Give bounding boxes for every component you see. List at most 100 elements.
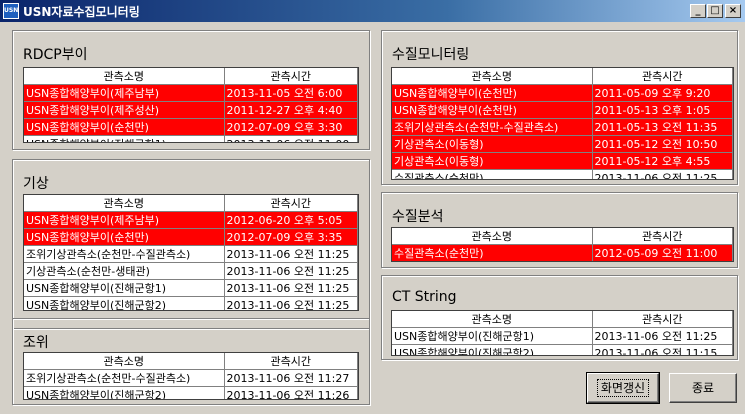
station-cell[interactable]: USN종합해양부이(순천만) bbox=[392, 101, 593, 119]
station-cell[interactable]: 기상관측소(이동형) bbox=[392, 135, 593, 153]
time-cell[interactable]: 2011-05-13 오후 1:05 bbox=[592, 101, 733, 119]
time-cell[interactable]: 2012-06-20 오후 5:05 bbox=[224, 211, 358, 229]
close-button[interactable]: × bbox=[725, 4, 741, 18]
time-cell[interactable]: 2013-11-05 오전 6:00 bbox=[224, 84, 358, 102]
time-column-header[interactable]: 관측시간 bbox=[224, 68, 358, 85]
title-bar[interactable]: USN USN자료수집모니터링 _ □ × bbox=[0, 0, 745, 22]
table-row[interactable]: 조위기상관측소(순천만-수질관측소) 2011-05-13 오전 11:35 bbox=[392, 118, 733, 136]
station-cell[interactable]: USN종합해양부이(진해군항1) bbox=[24, 135, 225, 142]
station-cell[interactable]: 조위기상관측소(순천만-수질관측소) bbox=[24, 369, 225, 387]
time-cell[interactable]: 2012-07-09 오후 3:30 bbox=[224, 118, 358, 136]
station-cell[interactable]: 기상관측소(이동형) bbox=[392, 152, 593, 170]
time-cell[interactable]: 2011-05-12 오전 10:50 bbox=[592, 135, 733, 153]
table-row[interactable]: USN종합해양부이(제주성산) 2011-12-27 오후 4:40 bbox=[24, 101, 358, 119]
station-cell[interactable]: 조위기상관측소(순천만-수질관측소) bbox=[392, 118, 593, 136]
table-row[interactable]: 기상관측소(이동형) 2011-05-12 오전 10:50 bbox=[392, 135, 733, 153]
weather-table: 관측소명 관측시간 USN종합해양부이(제주남부) 2012-06-20 오후 5… bbox=[24, 195, 358, 310]
weather-grid[interactable]: 관측소명 관측시간 USN종합해양부이(제주남부) 2012-06-20 오후 5… bbox=[23, 194, 359, 311]
exit-button[interactable]: 종료 bbox=[669, 373, 737, 403]
station-cell[interactable]: USN종합해양부이(진해군항2) bbox=[24, 386, 225, 399]
table-row[interactable]: USN종합해양부이(진해군항1) 2013-11-06 오전 11:25 bbox=[24, 279, 358, 297]
table-row[interactable]: 수질관측소(순천만) 2013-11-06 오전 11:25 bbox=[392, 169, 733, 179]
time-cell[interactable]: 2012-07-09 오후 3:35 bbox=[224, 228, 358, 246]
table-row[interactable]: USN종합해양부이(진해군항1) 2013-11-06 오전 11:25 bbox=[392, 327, 733, 345]
main-client-area: RDCP부이 관측소명 관측시간 USN종합해양부이(제주남부) 2013-11-… bbox=[3, 22, 742, 411]
station-column-header[interactable]: 관측소명 bbox=[392, 228, 593, 245]
time-column-header[interactable]: 관측시간 bbox=[592, 68, 733, 85]
station-cell[interactable]: 조위기상관측소(순천만-수질관측소) bbox=[24, 245, 225, 263]
station-cell[interactable]: 수질관측소(순천만) bbox=[392, 244, 593, 261]
time-cell[interactable]: 2013-11-06 오전 11:00 bbox=[224, 135, 358, 142]
water-monitor-table-body: USN종합해양부이(순천만) 2011-05-09 오후 9:20 USN종합해양부… bbox=[392, 84, 733, 179]
ct-string-grid[interactable]: 관측소명 관측시간 USN종합해양부이(진해군항1) 2013-11-06 오전 … bbox=[391, 310, 734, 356]
time-cell[interactable]: 2011-05-13 오전 11:35 bbox=[592, 118, 733, 136]
weather-table-body: USN종합해양부이(제주남부) 2012-06-20 오후 5:05 USN종합해양… bbox=[24, 211, 358, 310]
ct-string-group: CT String 관측소명 관측시간 USN종합해양부이(진해군항1) 2013… bbox=[381, 275, 738, 360]
table-row[interactable]: USN종합해양부이(순천만) 2011-05-13 오후 1:05 bbox=[392, 101, 733, 119]
rdcp-group: RDCP부이 관측소명 관측시간 USN종합해양부이(제주남부) 2013-11-… bbox=[12, 30, 370, 150]
time-cell[interactable]: 2013-11-06 오전 11:15 bbox=[592, 344, 733, 355]
station-cell[interactable]: USN종합해양부이(제주성산) bbox=[24, 101, 225, 119]
weather-group: 기상 관측소명 관측시간 USN종합해양부이(제주남부) 2012-06-20 오… bbox=[12, 159, 370, 329]
time-cell[interactable]: 2013-11-06 오전 11:25 bbox=[592, 327, 733, 345]
rdcp-table-body: USN종합해양부이(제주남부) 2013-11-05 오전 6:00 USN종합해양… bbox=[24, 84, 358, 142]
time-column-header[interactable]: 관측시간 bbox=[224, 195, 358, 212]
tide-grid[interactable]: 관측소명 관측시간 조위기상관측소(순천만-수질관측소) 2013-11-06 오… bbox=[23, 352, 359, 400]
station-cell[interactable]: 수질관측소(순천만) bbox=[392, 169, 593, 179]
ct-string-table-body: USN종합해양부이(진해군항1) 2013-11-06 오전 11:25 USN종합… bbox=[392, 327, 733, 355]
table-row[interactable]: 조위기상관측소(순천만-수질관측소) 2013-11-06 오전 11:25 bbox=[24, 245, 358, 263]
rdcp-grid[interactable]: 관측소명 관측시간 USN종합해양부이(제주남부) 2013-11-05 오전 6… bbox=[23, 67, 359, 143]
station-cell[interactable]: USN종합해양부이(순천만) bbox=[24, 118, 225, 136]
station-cell[interactable]: USN종합해양부이(제주남부) bbox=[24, 211, 225, 229]
time-column-header[interactable]: 관측시간 bbox=[592, 228, 733, 245]
table-row[interactable]: 기상관측소(이동형) 2011-05-12 오후 4:55 bbox=[392, 152, 733, 170]
table-row[interactable]: USN종합해양부이(순천만) 2012-07-09 오후 3:35 bbox=[24, 228, 358, 246]
table-row[interactable]: USN종합해양부이(진해군항1)2013-11-06 오전 11:00 bbox=[24, 135, 358, 142]
time-cell[interactable]: 2013-11-06 오전 11:25 bbox=[592, 169, 733, 179]
station-column-header[interactable]: 관측소명 bbox=[24, 195, 225, 212]
table-row[interactable]: 수질관측소(순천만) 2012-05-09 오전 11:00 bbox=[392, 244, 733, 261]
minimize-button[interactable]: _ bbox=[690, 4, 706, 18]
station-cell[interactable]: USN종합해양부이(진해군항1) bbox=[24, 279, 225, 297]
table-row[interactable]: USN종합해양부이(순천만) 2012-07-09 오후 3:30 bbox=[24, 118, 358, 136]
time-column-header[interactable]: 관측시간 bbox=[224, 353, 358, 370]
station-column-header[interactable]: 관측소명 bbox=[24, 68, 225, 85]
table-row[interactable]: 기상관측소(순천만-생태관) 2013-11-06 오전 11:25 bbox=[24, 262, 358, 280]
time-column-header[interactable]: 관측시간 bbox=[592, 311, 733, 328]
station-cell[interactable]: 기상관측소(순천만-생태관) bbox=[24, 262, 225, 280]
ct-string-table: 관측소명 관측시간 USN종합해양부이(진해군항1) 2013-11-06 오전 … bbox=[392, 311, 733, 355]
table-row[interactable]: USN종합해양부이(제주남부) 2013-11-05 오전 6:00 bbox=[24, 84, 358, 102]
refresh-button[interactable]: 화면갱신 bbox=[586, 372, 660, 404]
time-cell[interactable]: 2011-05-12 오후 4:55 bbox=[592, 152, 733, 170]
station-cell[interactable]: USN종합해양부이(진해군항2) bbox=[24, 296, 225, 310]
station-cell[interactable]: USN종합해양부이(순천만) bbox=[24, 228, 225, 246]
time-cell[interactable]: 2011-05-09 오후 9:20 bbox=[592, 84, 733, 102]
station-cell[interactable]: USN종합해양부이(제주남부) bbox=[24, 84, 225, 102]
time-cell[interactable]: 2012-05-09 오전 11:00 bbox=[592, 244, 733, 261]
table-row[interactable]: USN종합해양부이(진해군항2) 2013-11-06 오전 11:15 bbox=[392, 344, 733, 355]
time-cell[interactable]: 2013-11-06 오전 11:27 bbox=[224, 369, 358, 387]
time-cell[interactable]: 2013-11-06 오전 11:25 bbox=[224, 262, 358, 280]
station-column-header[interactable]: 관측소명 bbox=[392, 68, 593, 85]
maximize-button[interactable]: □ bbox=[707, 4, 723, 18]
table-row[interactable]: USN종합해양부이(제주남부) 2012-06-20 오후 5:05 bbox=[24, 211, 358, 229]
table-row[interactable]: USN종합해양부이(진해군항2) 2013-11-06 오전 11:26 bbox=[24, 386, 358, 399]
station-cell[interactable]: USN종합해양부이(진해군항2) bbox=[392, 344, 593, 355]
time-cell[interactable]: 2013-11-06 오전 11:25 bbox=[224, 296, 358, 310]
station-column-header[interactable]: 관측소명 bbox=[24, 353, 225, 370]
time-cell[interactable]: 2011-12-27 오후 4:40 bbox=[224, 101, 358, 119]
station-column-header[interactable]: 관측소명 bbox=[392, 311, 593, 328]
weather-group-title: 기상 bbox=[23, 176, 49, 192]
water-analysis-group: 수질분석 관측소명 관측시간 수질관측소(순천만) 2012-05-09 오전 1… bbox=[381, 192, 738, 268]
water-monitor-grid[interactable]: 관측소명 관측시간 USN종합해양부이(순천만) 2011-05-09 오후 9:… bbox=[391, 67, 734, 180]
time-cell[interactable]: 2013-11-06 오전 11:26 bbox=[224, 386, 358, 399]
ct-string-group-title: CT String bbox=[392, 289, 457, 305]
station-cell[interactable]: USN종합해양부이(순천만) bbox=[392, 84, 593, 102]
table-row[interactable]: USN종합해양부이(순천만) 2011-05-09 오후 9:20 bbox=[392, 84, 733, 102]
table-row[interactable]: USN종합해양부이(진해군항2) 2013-11-06 오전 11:25 bbox=[24, 296, 358, 310]
time-cell[interactable]: 2013-11-06 오전 11:25 bbox=[224, 279, 358, 297]
table-row[interactable]: 조위기상관측소(순천만-수질관측소) 2013-11-06 오전 11:27 bbox=[24, 369, 358, 387]
water-analysis-grid[interactable]: 관측소명 관측시간 수질관측소(순천만) 2012-05-09 오전 11:00 bbox=[391, 227, 734, 262]
time-cell[interactable]: 2013-11-06 오전 11:25 bbox=[224, 245, 358, 263]
station-cell[interactable]: USN종합해양부이(진해군항1) bbox=[392, 327, 593, 345]
